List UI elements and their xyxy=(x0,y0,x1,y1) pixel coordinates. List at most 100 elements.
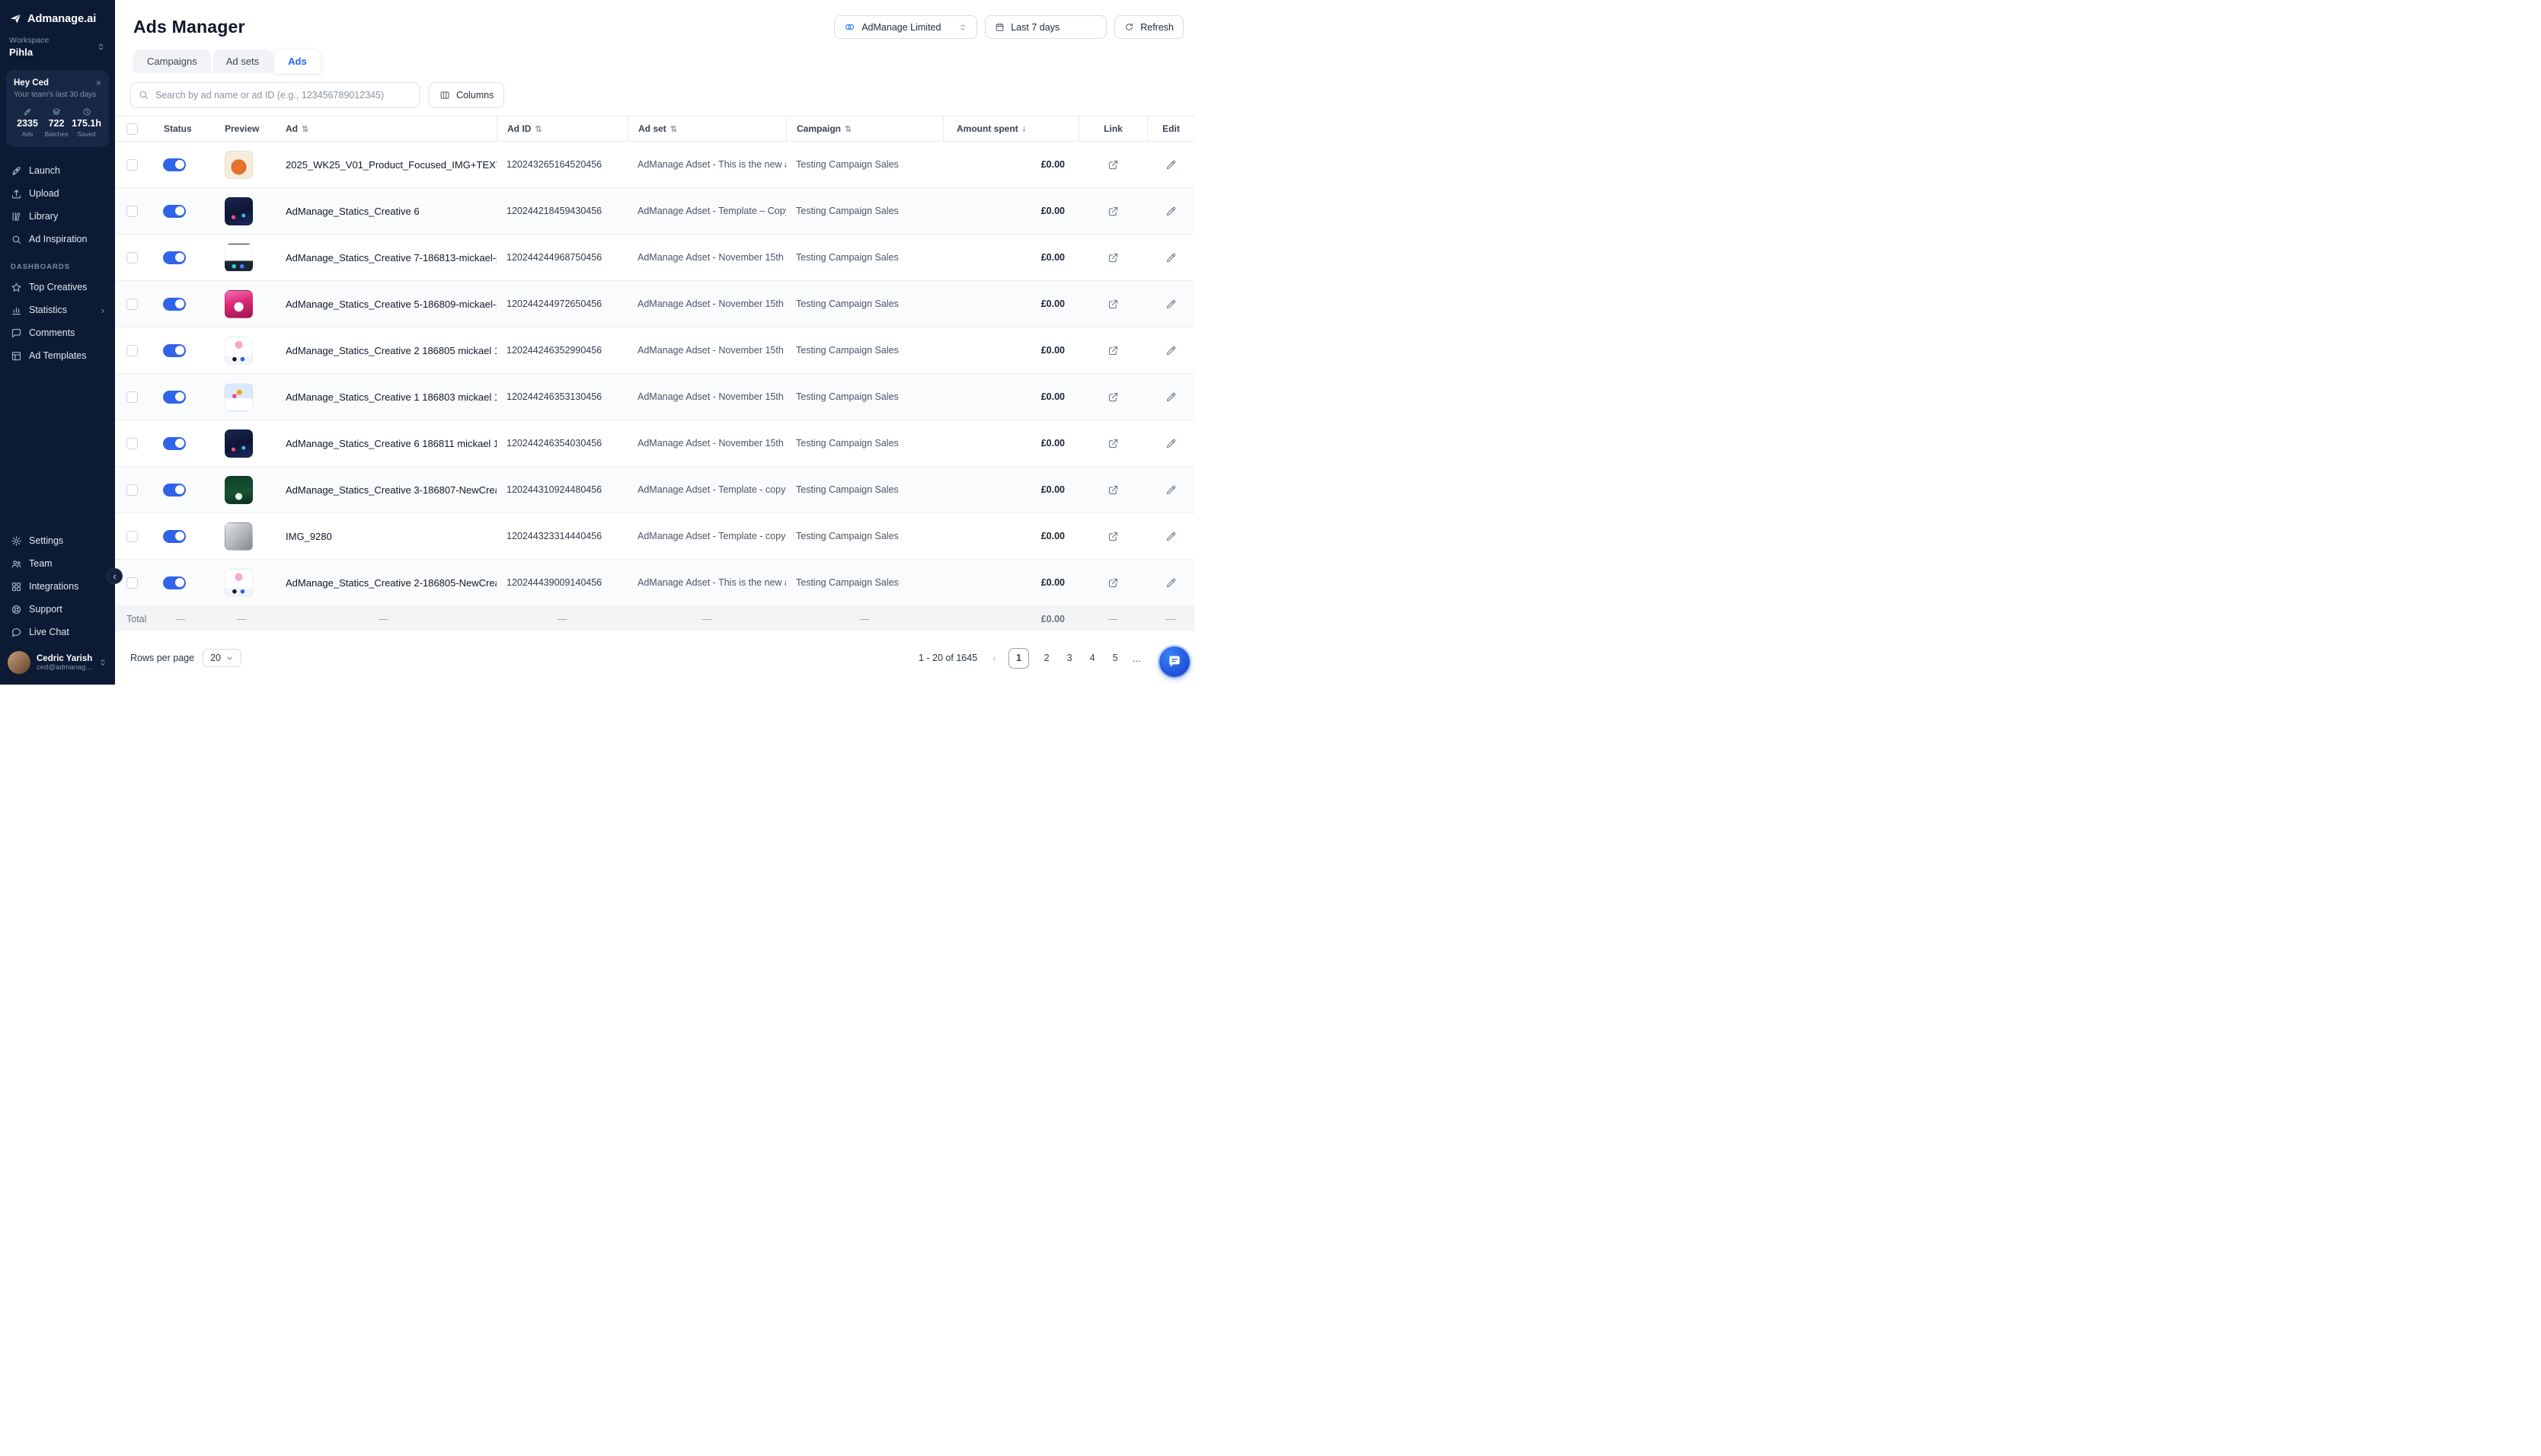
date-range-button[interactable]: Last 7 days xyxy=(985,15,1107,39)
ad-thumbnail[interactable] xyxy=(225,569,253,597)
ad-thumbnail[interactable] xyxy=(225,383,253,411)
total-dash: — xyxy=(1147,614,1194,624)
column-header-ad-set[interactable]: Ad set⇅ xyxy=(628,117,786,141)
table-row: 2025_WK25_V01_Product_Focused_IMG+TEXT_(… xyxy=(115,142,1194,188)
status-toggle[interactable] xyxy=(163,437,186,450)
column-header-campaign[interactable]: Campaign⇅ xyxy=(786,117,943,141)
link-cell[interactable] xyxy=(1079,391,1147,403)
close-icon[interactable]: × xyxy=(96,78,101,88)
row-checkbox[interactable] xyxy=(126,391,138,403)
row-checkbox[interactable] xyxy=(126,577,138,589)
row-checkbox[interactable] xyxy=(126,159,138,171)
sort-desc-icon: ↓ xyxy=(1022,124,1027,133)
page-button-1[interactable]: 1 xyxy=(1008,648,1029,669)
columns-button[interactable]: Columns xyxy=(429,82,504,108)
previous-page-button[interactable]: ‹ xyxy=(992,652,996,665)
tab-campaigns[interactable]: Campaigns xyxy=(133,49,211,73)
refresh-button[interactable]: Refresh xyxy=(1114,15,1184,39)
sidebar-item-launch[interactable]: Launch xyxy=(0,159,115,182)
ad-thumbnail[interactable] xyxy=(225,197,253,225)
ad-thumbnail[interactable] xyxy=(225,244,253,272)
search-input[interactable] xyxy=(130,82,420,108)
campaign: Testing Campaign Sales xyxy=(786,345,943,356)
tab-ad-sets[interactable]: Ad sets xyxy=(213,49,273,73)
ad-thumbnail[interactable] xyxy=(225,290,253,318)
sidebar-item-support[interactable]: Support xyxy=(0,598,115,621)
link-cell[interactable] xyxy=(1079,577,1147,589)
link-cell[interactable] xyxy=(1079,159,1147,171)
ad-set: AdManage Adset - November 15th - xyxy=(628,438,786,449)
edit-cell[interactable] xyxy=(1147,159,1194,171)
edit-cell[interactable] xyxy=(1147,391,1194,403)
status-toggle[interactable] xyxy=(163,576,186,589)
row-checkbox[interactable] xyxy=(126,345,138,356)
status-toggle[interactable] xyxy=(163,530,186,543)
sidebar-item-team[interactable]: Team xyxy=(0,552,115,575)
page-button-5[interactable]: 5 xyxy=(1110,653,1120,663)
link-cell[interactable] xyxy=(1079,299,1147,310)
page-button-3[interactable]: 3 xyxy=(1064,653,1075,663)
status-toggle[interactable] xyxy=(163,158,186,171)
live-chat-fab[interactable] xyxy=(1159,647,1190,677)
row-checkbox[interactable] xyxy=(126,206,138,217)
status-toggle[interactable] xyxy=(163,205,186,218)
row-checkbox[interactable] xyxy=(126,531,138,542)
status-toggle[interactable] xyxy=(163,344,186,357)
account-selector[interactable]: AdManage Limited xyxy=(834,15,977,39)
sidebar-item-library[interactable]: Library xyxy=(0,205,115,228)
calendar-icon xyxy=(995,22,1005,32)
sidebar-item-ad-templates[interactable]: Ad Templates xyxy=(0,344,115,367)
link-cell[interactable] xyxy=(1079,345,1147,356)
column-header-amount-spent[interactable]: Amount spent↓ xyxy=(943,117,1079,141)
sidebar-item-upload[interactable]: Upload xyxy=(0,182,115,205)
edit-cell[interactable] xyxy=(1147,299,1194,310)
status-toggle[interactable] xyxy=(163,391,186,404)
sidebar-item-live-chat[interactable]: Live Chat xyxy=(0,621,115,643)
edit-cell[interactable] xyxy=(1147,345,1194,356)
link-cell[interactable] xyxy=(1079,252,1147,263)
rows-per-page-select[interactable]: 20 xyxy=(203,649,241,667)
sidebar-item-label: Support xyxy=(29,604,62,615)
status-toggle[interactable] xyxy=(163,251,186,264)
ad-thumbnail[interactable] xyxy=(225,429,253,458)
workspace-selector[interactable]: Workspace Pihla xyxy=(0,33,115,67)
sidebar-item-ad-inspiration[interactable]: Ad Inspiration xyxy=(0,228,115,251)
table-total-row: Total — — — — — — £0.00 — — xyxy=(115,606,1194,631)
edit-cell[interactable] xyxy=(1147,531,1194,542)
edit-cell[interactable] xyxy=(1147,252,1194,263)
ad-thumbnail[interactable] xyxy=(225,476,253,504)
page-button-2[interactable]: 2 xyxy=(1041,653,1052,663)
select-all-checkbox[interactable] xyxy=(126,123,138,135)
edit-cell[interactable] xyxy=(1147,438,1194,449)
row-checkbox[interactable] xyxy=(126,484,138,496)
app-logo[interactable]: Admanage.ai xyxy=(0,0,115,33)
sidebar-item-comments[interactable]: Comments xyxy=(0,321,115,344)
edit-cell[interactable] xyxy=(1147,206,1194,217)
sidebar-item-top-creatives[interactable]: Top Creatives xyxy=(0,276,115,299)
ad-thumbnail[interactable] xyxy=(225,337,253,365)
status-toggle[interactable] xyxy=(163,484,186,497)
row-checkbox[interactable] xyxy=(126,299,138,310)
tab-ads[interactable]: Ads xyxy=(274,49,321,73)
link-cell[interactable] xyxy=(1079,531,1147,542)
link-cell[interactable] xyxy=(1079,438,1147,449)
link-cell[interactable] xyxy=(1079,206,1147,217)
sidebar-item-statistics[interactable]: Statistics › xyxy=(0,299,115,321)
user-menu[interactable]: Cedric Yarish ced@admanag... xyxy=(0,643,115,685)
sidebar-collapse-button[interactable]: ‹ xyxy=(107,568,123,584)
edit-cell[interactable] xyxy=(1147,484,1194,496)
page-button-4[interactable]: 4 xyxy=(1087,653,1098,663)
ad-set: AdManage Adset - November 15th - xyxy=(628,391,786,402)
sidebar-item-settings[interactable]: Settings xyxy=(0,529,115,552)
ad-thumbnail[interactable] xyxy=(225,151,253,179)
link-cell[interactable] xyxy=(1079,484,1147,496)
edit-cell[interactable] xyxy=(1147,577,1194,589)
column-header-ad-id[interactable]: Ad ID⇅ xyxy=(497,117,628,141)
row-checkbox[interactable] xyxy=(126,438,138,449)
external-link-icon xyxy=(1107,484,1119,496)
sidebar-item-integrations[interactable]: Integrations xyxy=(0,575,115,598)
status-toggle[interactable] xyxy=(163,298,186,311)
row-checkbox[interactable] xyxy=(126,252,138,263)
column-header-ad[interactable]: Ad⇅ xyxy=(270,117,497,141)
ad-thumbnail[interactable] xyxy=(225,522,253,551)
